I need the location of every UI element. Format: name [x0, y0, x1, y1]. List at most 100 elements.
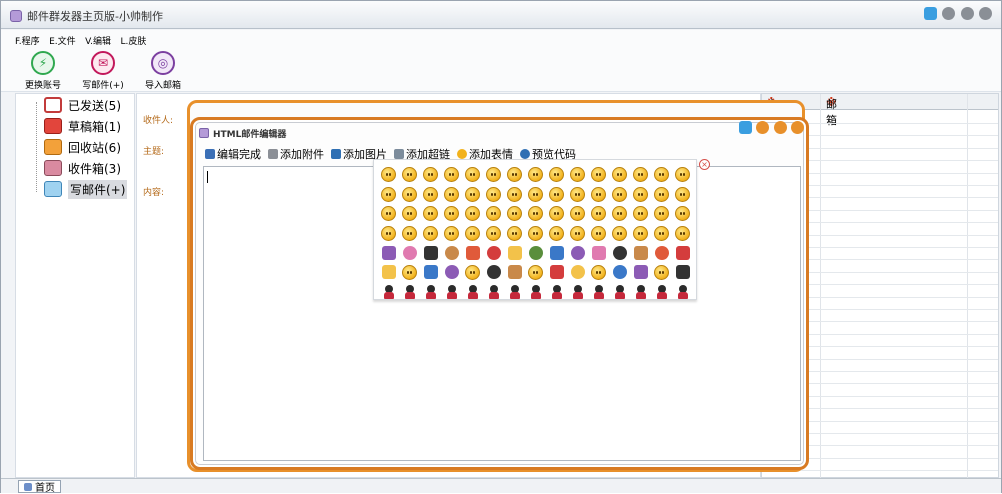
dialog-minimize-button[interactable]: [756, 121, 769, 134]
emoticon-icon[interactable]: [420, 185, 441, 205]
emoticon-icon[interactable]: [462, 243, 483, 263]
emoticon-icon[interactable]: [609, 282, 630, 302]
emoticon-icon[interactable]: [504, 263, 525, 283]
emoticon-icon[interactable]: [504, 224, 525, 244]
dialog-maximize-button[interactable]: [773, 121, 787, 134]
tree-item-sent[interactable]: 已发送(5): [18, 95, 121, 115]
emoticon-icon[interactable]: [651, 224, 672, 244]
emoticon-icon[interactable]: [525, 243, 546, 263]
emoticon-icon[interactable]: [546, 263, 567, 283]
emoticon-icon[interactable]: [441, 185, 462, 205]
emoticon-icon[interactable]: [462, 165, 483, 185]
emoticon-icon[interactable]: [462, 185, 483, 205]
emoticon-icon[interactable]: [609, 224, 630, 244]
emoticon-icon[interactable]: [504, 165, 525, 185]
emoticon-icon[interactable]: [567, 185, 588, 205]
emoticon-icon[interactable]: [546, 204, 567, 224]
import-mailbox-button[interactable]: ◎ 导入邮箱: [133, 51, 193, 91]
emoticon-icon[interactable]: [399, 263, 420, 283]
emoticon-icon[interactable]: [525, 282, 546, 302]
emoticon-icon[interactable]: [609, 185, 630, 205]
emoticon-icon[interactable]: [588, 185, 609, 205]
emoticon-icon[interactable]: [546, 185, 567, 205]
emoticon-icon[interactable]: [525, 263, 546, 283]
emoticon-icon[interactable]: [651, 165, 672, 185]
emoticon-icon[interactable]: [420, 282, 441, 302]
emoticon-icon[interactable]: [567, 263, 588, 283]
emoticon-icon[interactable]: [588, 282, 609, 302]
emoticon-icon[interactable]: [420, 243, 441, 263]
emoticon-icon[interactable]: [525, 204, 546, 224]
emoticon-icon[interactable]: [567, 165, 588, 185]
emoticon-icon[interactable]: [441, 282, 462, 302]
emoticon-icon[interactable]: [525, 185, 546, 205]
emoticon-icon[interactable]: [420, 204, 441, 224]
emoticon-icon[interactable]: [483, 204, 504, 224]
close-button[interactable]: [979, 7, 992, 20]
emoticon-icon[interactable]: [420, 263, 441, 283]
menu-edit[interactable]: V.编辑: [85, 34, 111, 47]
attachment-button[interactable]: 添加附件: [268, 146, 324, 162]
menu-file[interactable]: E.文件: [49, 34, 76, 47]
emoticon-icon[interactable]: [504, 282, 525, 302]
emoticon-icon[interactable]: [483, 224, 504, 244]
minimize-button[interactable]: [942, 7, 955, 20]
emoticon-icon[interactable]: [399, 243, 420, 263]
emoticon-icon[interactable]: [630, 204, 651, 224]
emoticon-icon[interactable]: [588, 204, 609, 224]
compose-mail-button[interactable]: ✉ 写邮件(+): [73, 51, 133, 91]
home-tab[interactable]: 首页: [18, 480, 61, 494]
emoticon-icon[interactable]: [525, 165, 546, 185]
emoticon-icon[interactable]: [651, 185, 672, 205]
emoticon-icon[interactable]: [672, 263, 693, 283]
emoticon-icon[interactable]: [483, 185, 504, 205]
emoticon-icon[interactable]: [483, 263, 504, 283]
emoticon-icon[interactable]: [630, 243, 651, 263]
emoticon-icon[interactable]: [420, 165, 441, 185]
emoticon-icon[interactable]: [378, 185, 399, 205]
emoticon-icon[interactable]: [378, 282, 399, 302]
emoticon-icon[interactable]: [441, 243, 462, 263]
emoticon-icon[interactable]: [504, 204, 525, 224]
emoticon-icon[interactable]: [483, 243, 504, 263]
emoticon-icon[interactable]: [609, 204, 630, 224]
emoticon-icon[interactable]: [462, 204, 483, 224]
emoticon-icon[interactable]: [399, 165, 420, 185]
emoticon-icon[interactable]: [504, 185, 525, 205]
emoticon-icon[interactable]: [399, 185, 420, 205]
emoticon-icon[interactable]: [651, 204, 672, 224]
emoticon-icon[interactable]: [630, 263, 651, 283]
emoticon-icon[interactable]: [504, 243, 525, 263]
emoticon-icon[interactable]: [609, 165, 630, 185]
emoticon-icon[interactable]: [546, 224, 567, 244]
emoticon-icon[interactable]: [672, 243, 693, 263]
emoticon-icon[interactable]: [441, 204, 462, 224]
emoticon-icon[interactable]: [588, 224, 609, 244]
emoticon-icon[interactable]: [609, 263, 630, 283]
menu-program[interactable]: F.程序: [15, 34, 40, 47]
done-button[interactable]: 编辑完成: [205, 146, 261, 162]
emoticon-icon[interactable]: [651, 263, 672, 283]
emoticon-icon[interactable]: [588, 165, 609, 185]
tree-item-inbox[interactable]: 收件箱(3): [18, 158, 121, 178]
emoticon-icon[interactable]: [420, 224, 441, 244]
emoticon-icon[interactable]: [630, 185, 651, 205]
emoticon-icon[interactable]: [399, 282, 420, 302]
emoticon-icon[interactable]: [630, 165, 651, 185]
emoticon-icon[interactable]: [462, 282, 483, 302]
emoticon-icon[interactable]: [378, 243, 399, 263]
switch-account-button[interactable]: ⚡ 更换账号: [13, 51, 73, 91]
emoticon-icon[interactable]: [441, 165, 462, 185]
emoticon-icon[interactable]: [462, 263, 483, 283]
emoticon-icon[interactable]: [546, 282, 567, 302]
tree-item-compose[interactable]: 写邮件(+): [18, 179, 128, 199]
emoticon-icon[interactable]: [630, 224, 651, 244]
emoticon-icon[interactable]: [567, 204, 588, 224]
tree-item-recycle[interactable]: 回收站(6): [18, 137, 121, 157]
emoticon-icon[interactable]: [588, 263, 609, 283]
emoticon-icon[interactable]: [651, 282, 672, 302]
emoticon-icon[interactable]: [546, 165, 567, 185]
emoticon-icon[interactable]: [378, 165, 399, 185]
skin-button[interactable]: [923, 7, 937, 20]
emoticon-icon[interactable]: [378, 224, 399, 244]
